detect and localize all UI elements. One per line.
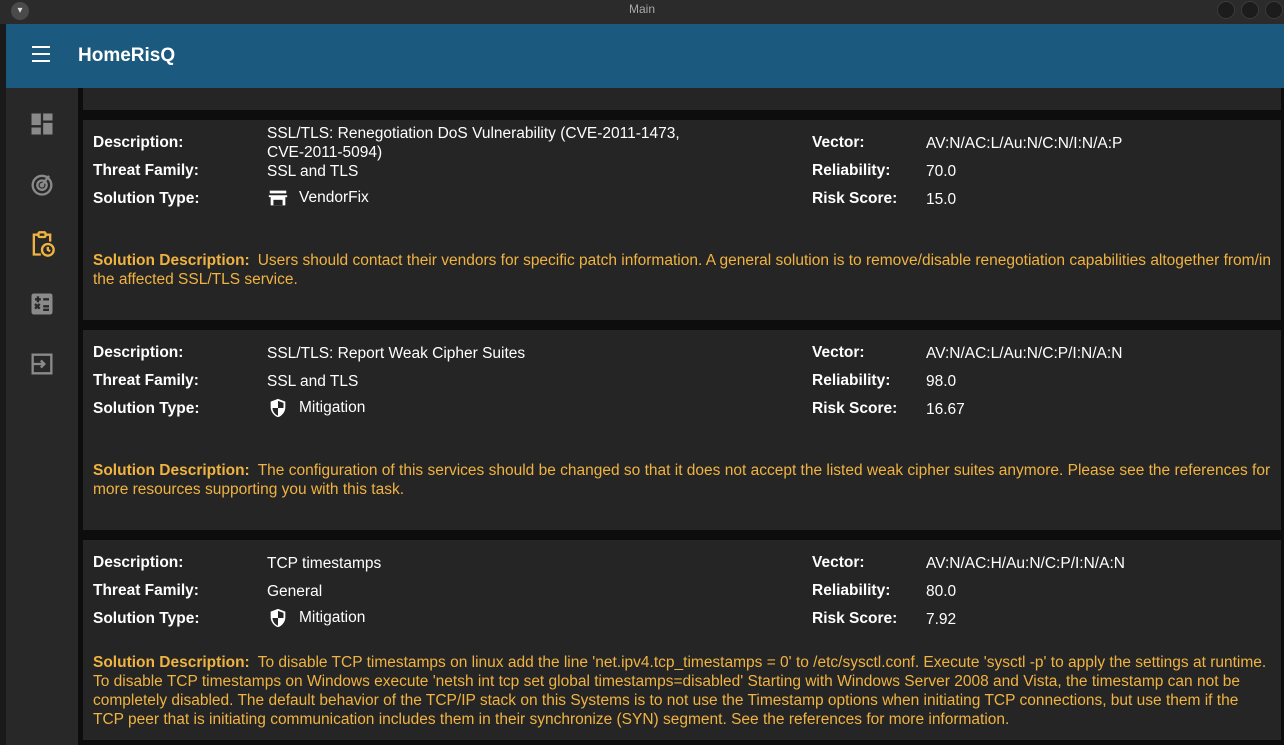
- solution-description: Solution Description: Users should contac…: [93, 251, 1273, 289]
- description-value: SSL/TLS: Renegotiation DoS Vulnerability…: [267, 125, 680, 161]
- vector-value: AV:N/AC:L/Au:N/C:P/I:N/A:N: [926, 345, 1123, 362]
- store-icon: [268, 190, 288, 206]
- vector-label: Vector:: [812, 344, 865, 361]
- window-titlebar[interactable]: ▾ Main: [0, 0, 1284, 24]
- risk-score-value: 16.67: [926, 401, 965, 418]
- vulnerability-card: Description: TCP timestamps Threat Famil…: [83, 540, 1281, 740]
- vulnerability-list[interactable]: Description: SSL/TLS: Renegotiation DoS …: [78, 88, 1284, 745]
- reliability-value: 98.0: [926, 373, 957, 390]
- minimize-button[interactable]: [1217, 1, 1235, 19]
- risk-score-label: Risk Score:: [812, 190, 898, 207]
- clipboard-clock-icon[interactable]: [28, 230, 56, 258]
- dashboard-icon[interactable]: [28, 110, 56, 138]
- reliability-value: 80.0: [926, 583, 957, 600]
- threat-family-value: SSL and TLS: [267, 373, 359, 390]
- threat-family-value: General: [267, 583, 323, 600]
- vector-label: Vector:: [812, 554, 865, 571]
- solution-type: Mitigation: [267, 607, 365, 629]
- shield-icon: [270, 608, 286, 628]
- reliability-label: Reliability:: [812, 162, 891, 179]
- vulnerability-card: Description: SSL/TLS: Report Weak Cipher…: [83, 330, 1281, 530]
- reliability-label: Reliability:: [812, 582, 891, 599]
- threat-family-value: SSL and TLS: [267, 163, 359, 180]
- sidebar: [6, 88, 78, 745]
- vector-value: AV:N/AC:H/Au:N/C:P/I:N/A:N: [926, 555, 1125, 572]
- description-label: Description:: [93, 554, 184, 571]
- solution-description: Solution Description: To disable TCP time…: [93, 653, 1273, 729]
- reliability-label: Reliability:: [812, 372, 891, 389]
- solution-description-value: The configuration of this services shoul…: [93, 462, 1271, 498]
- threat-family-label: Threat Family:: [93, 162, 199, 179]
- solution-description: Solution Description: The configuration o…: [93, 461, 1273, 499]
- solution-type-value: Mitigation: [299, 609, 366, 626]
- solution-description-label: Solution Description:: [93, 252, 250, 269]
- solution-description-label: Solution Description:: [93, 654, 250, 671]
- window-title: Main: [628, 2, 655, 16]
- risk-score-value: 7.92: [926, 611, 957, 628]
- app-bar: HomeRisQ: [6, 24, 1284, 88]
- solution-description-value: Users should contact their vendors for s…: [93, 252, 1271, 288]
- solution-description-label: Solution Description:: [93, 462, 250, 479]
- solution-type: VendorFix: [267, 187, 369, 209]
- solution-type-label: Solution Type:: [93, 190, 200, 207]
- reliability-value: 70.0: [926, 163, 957, 180]
- solution-type: Mitigation: [267, 397, 365, 419]
- vector-label: Vector:: [812, 134, 865, 151]
- solution-description-value: To disable TCP timestamps on linux add t…: [93, 654, 1267, 728]
- risk-score-value: 15.0: [926, 191, 957, 208]
- app-title: HomeRisQ: [78, 45, 176, 66]
- threat-family-label: Threat Family:: [93, 372, 199, 389]
- vulnerability-card: Description: SSL/TLS: Renegotiation DoS …: [83, 120, 1281, 320]
- solution-type-value: VendorFix: [299, 189, 369, 206]
- risk-score-label: Risk Score:: [812, 400, 898, 417]
- radar-icon[interactable]: [28, 170, 56, 198]
- vector-value: AV:N/AC:L/Au:N/C:N/I:N/A:P: [926, 135, 1123, 152]
- calculator-icon[interactable]: [28, 290, 56, 318]
- description-label: Description:: [93, 134, 184, 151]
- logout-icon[interactable]: [28, 350, 56, 378]
- close-button[interactable]: [1265, 1, 1283, 19]
- description-value: SSL/TLS: Report Weak Cipher Suites: [267, 345, 526, 362]
- description-label: Description:: [93, 344, 184, 361]
- shield-icon: [270, 398, 286, 418]
- solution-type-label: Solution Type:: [93, 610, 200, 627]
- risk-score-label: Risk Score:: [812, 610, 898, 627]
- solution-type-value: Mitigation: [299, 399, 366, 416]
- vulnerability-card-previous: [83, 88, 1281, 110]
- maximize-button[interactable]: [1241, 1, 1259, 19]
- solution-type-label: Solution Type:: [93, 400, 200, 417]
- threat-family-label: Threat Family:: [93, 582, 199, 599]
- hamburger-menu-icon[interactable]: [32, 46, 52, 66]
- description-value: TCP timestamps: [267, 555, 382, 572]
